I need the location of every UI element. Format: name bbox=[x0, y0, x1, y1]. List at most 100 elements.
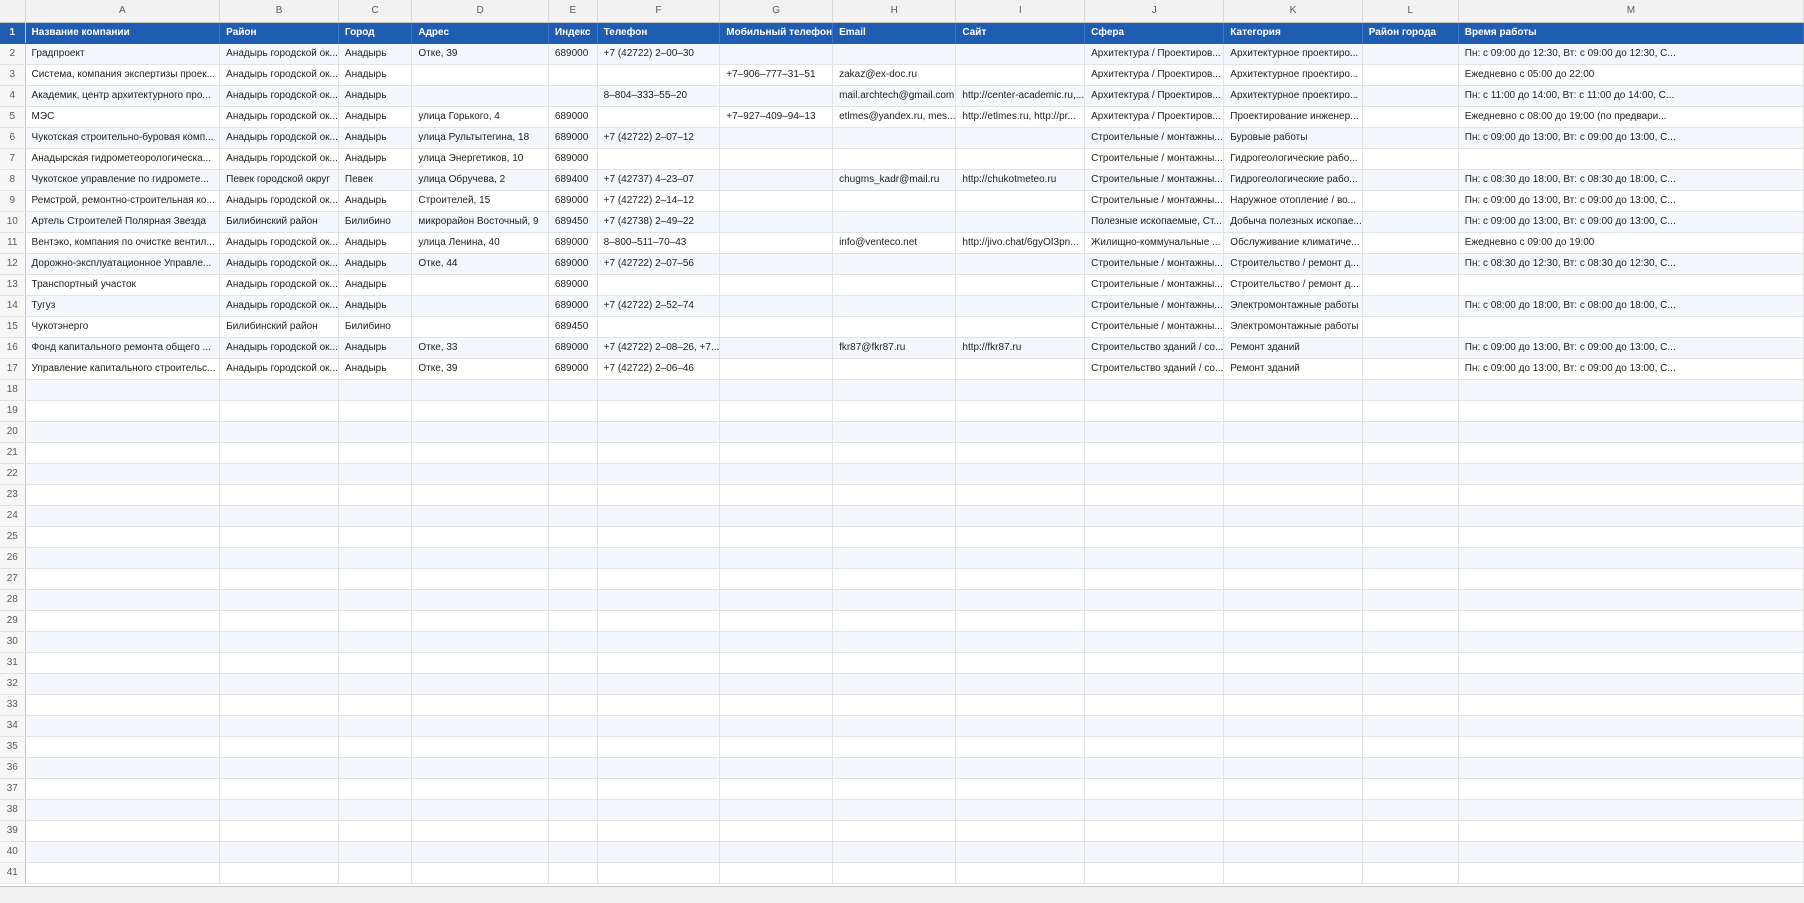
empty-cell[interactable] bbox=[1084, 421, 1225, 443]
cell[interactable]: Анадырь bbox=[338, 253, 413, 275]
row-number[interactable]: 7 bbox=[0, 148, 26, 170]
empty-cell[interactable] bbox=[1223, 526, 1363, 548]
empty-cell[interactable] bbox=[719, 778, 834, 800]
cell[interactable]: Чукотское управление по гидромете... bbox=[25, 169, 221, 191]
cell[interactable]: Пн: с 09:00 до 13:00, Вт: с 09:00 до 13:… bbox=[1458, 358, 1804, 380]
cell[interactable]: Анадырь городской ок... bbox=[219, 274, 339, 296]
empty-cell[interactable] bbox=[338, 400, 413, 422]
empty-cell[interactable] bbox=[1362, 442, 1459, 464]
empty-cell[interactable] bbox=[1458, 547, 1804, 569]
empty-cell[interactable] bbox=[219, 799, 339, 821]
row-number[interactable]: 23 bbox=[0, 484, 26, 506]
header-cell[interactable]: Категория bbox=[1223, 22, 1363, 44]
empty-cell[interactable] bbox=[719, 841, 834, 863]
cell[interactable]: Пн: с 09:00 до 12:30, Вт: с 09:00 до 12:… bbox=[1458, 43, 1804, 65]
empty-cell[interactable] bbox=[338, 799, 413, 821]
cell[interactable]: Анадырь городской ок... bbox=[219, 190, 339, 212]
empty-cell[interactable] bbox=[219, 421, 339, 443]
cell[interactable]: +7 (42722) 2–00–30 bbox=[597, 43, 721, 65]
empty-cell[interactable] bbox=[597, 652, 721, 674]
cell[interactable] bbox=[1458, 274, 1804, 296]
cell[interactable] bbox=[1362, 232, 1459, 254]
empty-cell[interactable] bbox=[411, 505, 549, 527]
cell[interactable]: info@venteco.net bbox=[832, 232, 957, 254]
cell[interactable] bbox=[832, 274, 957, 296]
empty-cell[interactable] bbox=[219, 505, 339, 527]
cell[interactable] bbox=[1362, 64, 1459, 86]
empty-cell[interactable] bbox=[719, 589, 834, 611]
cell[interactable]: Билибинский район bbox=[219, 211, 339, 233]
cell[interactable]: 689000 bbox=[548, 253, 598, 275]
empty-cell[interactable] bbox=[597, 421, 721, 443]
empty-cell[interactable] bbox=[411, 379, 549, 401]
cell[interactable]: Анадырь bbox=[338, 64, 413, 86]
empty-cell[interactable] bbox=[1223, 400, 1363, 422]
cell[interactable]: Билибинский район bbox=[219, 316, 339, 338]
empty-cell[interactable] bbox=[719, 505, 834, 527]
cell[interactable]: Анадырь bbox=[338, 106, 413, 128]
empty-cell[interactable] bbox=[955, 505, 1086, 527]
cell[interactable]: Певек городской округ bbox=[219, 169, 339, 191]
empty-cell[interactable] bbox=[25, 547, 221, 569]
empty-cell[interactable] bbox=[955, 400, 1086, 422]
cell[interactable]: 689000 bbox=[548, 337, 598, 359]
empty-cell[interactable] bbox=[1458, 526, 1804, 548]
cell[interactable] bbox=[832, 295, 957, 317]
empty-cell[interactable] bbox=[719, 694, 834, 716]
cell[interactable] bbox=[955, 127, 1086, 149]
cell[interactable]: Добыча полезных ископае... bbox=[1223, 211, 1363, 233]
cell[interactable]: Анадырская гидрометеорологическа... bbox=[25, 148, 221, 170]
cell[interactable]: Отке, 39 bbox=[411, 358, 549, 380]
cell[interactable]: +7 (42738) 2–49–22 bbox=[597, 211, 721, 233]
empty-cell[interactable] bbox=[955, 631, 1086, 653]
cell[interactable]: chugms_kadr@mail.ru bbox=[832, 169, 957, 191]
row-number[interactable]: 11 bbox=[0, 232, 26, 254]
empty-cell[interactable] bbox=[411, 862, 549, 884]
empty-cell[interactable] bbox=[597, 526, 721, 548]
empty-cell[interactable] bbox=[719, 421, 834, 443]
cell[interactable] bbox=[1362, 106, 1459, 128]
empty-cell[interactable] bbox=[955, 715, 1086, 737]
cell[interactable] bbox=[548, 64, 598, 86]
cell[interactable]: Дорожно-эксплуатационное Управле... bbox=[25, 253, 221, 275]
empty-cell[interactable] bbox=[832, 778, 957, 800]
cell[interactable]: http://chukotmeteo.ru bbox=[955, 169, 1086, 191]
cell[interactable]: Анадырь bbox=[338, 43, 413, 65]
header-cell[interactable]: Адрес bbox=[411, 22, 549, 44]
cell[interactable] bbox=[1362, 127, 1459, 149]
header-cell[interactable]: Район города bbox=[1362, 22, 1459, 44]
empty-cell[interactable] bbox=[25, 694, 221, 716]
cell[interactable]: Строительные / монтажны... bbox=[1084, 316, 1225, 338]
cell[interactable]: Пн: с 08:30 до 18:00, Вт: с 08:30 до 18:… bbox=[1458, 169, 1804, 191]
empty-cell[interactable] bbox=[832, 547, 957, 569]
empty-cell[interactable] bbox=[597, 736, 721, 758]
cell[interactable]: Вентэко, компания по очистке вентил... bbox=[25, 232, 221, 254]
empty-cell[interactable] bbox=[219, 736, 339, 758]
empty-cell[interactable] bbox=[832, 694, 957, 716]
cell[interactable]: улица Ленина, 40 bbox=[411, 232, 549, 254]
empty-cell[interactable] bbox=[338, 631, 413, 653]
empty-cell[interactable] bbox=[719, 610, 834, 632]
empty-cell[interactable] bbox=[548, 484, 598, 506]
cell[interactable] bbox=[955, 358, 1086, 380]
empty-cell[interactable] bbox=[832, 463, 957, 485]
empty-cell[interactable] bbox=[1458, 442, 1804, 464]
empty-cell[interactable] bbox=[1458, 778, 1804, 800]
cell[interactable]: 689000 bbox=[548, 148, 598, 170]
empty-cell[interactable] bbox=[219, 820, 339, 842]
empty-cell[interactable] bbox=[25, 463, 221, 485]
empty-cell[interactable] bbox=[25, 568, 221, 590]
empty-cell[interactable] bbox=[548, 463, 598, 485]
header-cell[interactable]: Время работы bbox=[1458, 22, 1804, 44]
empty-cell[interactable] bbox=[1223, 379, 1363, 401]
empty-cell[interactable] bbox=[832, 400, 957, 422]
cell[interactable]: Анадырь городской ок... bbox=[219, 337, 339, 359]
empty-cell[interactable] bbox=[719, 862, 834, 884]
empty-cell[interactable] bbox=[548, 673, 598, 695]
empty-cell[interactable] bbox=[548, 694, 598, 716]
row-number[interactable]: 36 bbox=[0, 757, 26, 779]
empty-cell[interactable] bbox=[832, 757, 957, 779]
empty-cell[interactable] bbox=[338, 652, 413, 674]
cell[interactable]: 8–800–511–70–43 bbox=[597, 232, 721, 254]
empty-cell[interactable] bbox=[597, 589, 721, 611]
